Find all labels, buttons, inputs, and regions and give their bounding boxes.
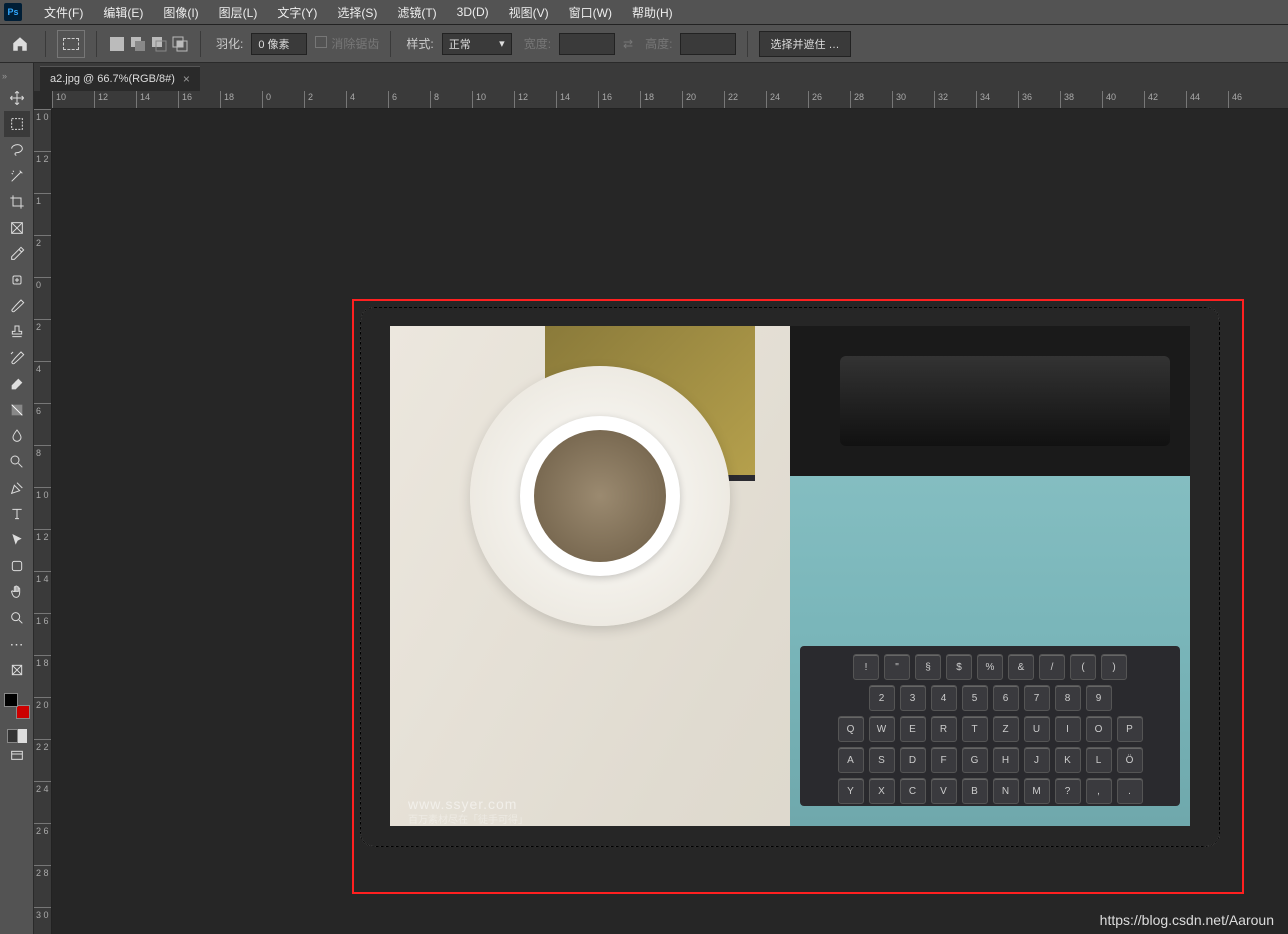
selection-mode-group bbox=[108, 35, 189, 53]
menu-filter[interactable]: 滤镜(T) bbox=[387, 4, 446, 21]
gradient-tool[interactable] bbox=[4, 397, 30, 423]
selection-subtract[interactable] bbox=[150, 35, 168, 53]
ruler-horizontal[interactable]: 1012141618024681012141618202224262830323… bbox=[52, 91, 1288, 109]
history-brush-tool[interactable] bbox=[4, 345, 30, 371]
tab-title: a2.jpg @ 66.7%(RGB/8#) bbox=[50, 73, 175, 85]
divider bbox=[390, 31, 391, 57]
selection-intersect[interactable] bbox=[171, 35, 189, 53]
height-label: 高度: bbox=[645, 35, 672, 52]
width-input bbox=[559, 33, 615, 55]
divider bbox=[747, 31, 748, 57]
selection-new[interactable] bbox=[108, 35, 126, 53]
eraser-tool[interactable] bbox=[4, 371, 30, 397]
menu-bar: Ps 文件(F) 编辑(E) 图像(I) 图层(L) 文字(Y) 选择(S) 滤… bbox=[0, 0, 1288, 25]
magic-wand-tool[interactable] bbox=[4, 163, 30, 189]
menu-layer[interactable]: 图层(L) bbox=[209, 4, 268, 21]
document-area: a2.jpg @ 66.7%(RGB/8#) × 101214161802468… bbox=[34, 63, 1288, 934]
quick-mask-toggle[interactable] bbox=[7, 729, 27, 743]
brush-tool[interactable] bbox=[4, 293, 30, 319]
divider bbox=[96, 31, 97, 57]
eyedropper-tool[interactable] bbox=[4, 241, 30, 267]
tool-preset-picker[interactable] bbox=[57, 30, 85, 58]
selection-marquee[interactable] bbox=[360, 307, 1220, 847]
crop-tool[interactable] bbox=[4, 189, 30, 215]
workspace: » ⋯ a2.jpg @ 66.7%(RGB/8# bbox=[0, 63, 1288, 934]
shape-tool[interactable] bbox=[4, 553, 30, 579]
swap-icon: ⇄ bbox=[623, 37, 633, 51]
menu-3d[interactable]: 3D(D) bbox=[447, 5, 499, 19]
healing-tool[interactable] bbox=[4, 267, 30, 293]
foreground-color[interactable] bbox=[4, 693, 18, 707]
stamp-tool[interactable] bbox=[4, 319, 30, 345]
divider bbox=[45, 31, 46, 57]
source-url: https://blog.csdn.net/Aaroun bbox=[1100, 912, 1274, 928]
screen-mode[interactable] bbox=[4, 743, 30, 769]
height-input bbox=[680, 33, 736, 55]
menu-select[interactable]: 选择(S) bbox=[327, 4, 387, 21]
menu-image[interactable]: 图像(I) bbox=[153, 4, 208, 21]
dodge-tool[interactable] bbox=[4, 449, 30, 475]
feather-label: 羽化: bbox=[216, 35, 243, 52]
background-color[interactable] bbox=[16, 705, 30, 719]
document-tabs: a2.jpg @ 66.7%(RGB/8#) × bbox=[34, 63, 1288, 91]
path-select-tool[interactable] bbox=[4, 527, 30, 553]
marquee-icon bbox=[63, 38, 79, 50]
options-bar: 羽化: 0 像素 消除锯齿 样式: 正常 ▾ 宽度: ⇄ 高度: 选择并遮住 … bbox=[0, 25, 1288, 63]
menu-view[interactable]: 视图(V) bbox=[499, 4, 559, 21]
marquee-tool[interactable] bbox=[4, 111, 30, 137]
chevron-down-icon: ▾ bbox=[499, 37, 505, 50]
style-value: 正常 bbox=[449, 36, 471, 52]
select-and-mask-button[interactable]: 选择并遮住 … bbox=[759, 31, 850, 57]
edit-toolbar[interactable] bbox=[4, 657, 30, 683]
hand-tool[interactable] bbox=[4, 579, 30, 605]
style-label: 样式: bbox=[406, 35, 433, 52]
document-tab[interactable]: a2.jpg @ 66.7%(RGB/8#) × bbox=[40, 66, 200, 91]
feather-input[interactable]: 0 像素 bbox=[251, 33, 307, 55]
move-tool[interactable] bbox=[4, 85, 30, 111]
antialias-checkbox: 消除锯齿 bbox=[315, 35, 379, 52]
close-icon[interactable]: × bbox=[183, 72, 190, 86]
type-tool[interactable] bbox=[4, 501, 30, 527]
home-button[interactable] bbox=[6, 30, 34, 58]
style-select[interactable]: 正常 ▾ bbox=[442, 33, 512, 55]
canvas[interactable]: !"§$%&/()23456789QWERTZUIOPASDFGHJKLÖYXC… bbox=[52, 109, 1288, 934]
home-icon bbox=[11, 35, 29, 53]
ruler-vertical[interactable]: 1 01 212024681 01 21 41 61 82 02 22 42 6… bbox=[34, 109, 52, 934]
frame-tool[interactable] bbox=[4, 215, 30, 241]
width-label: 宽度: bbox=[524, 35, 551, 52]
lasso-tool[interactable] bbox=[4, 137, 30, 163]
menu-edit[interactable]: 编辑(E) bbox=[93, 4, 153, 21]
menu-help[interactable]: 帮助(H) bbox=[622, 4, 683, 21]
color-swatch[interactable] bbox=[4, 693, 30, 719]
menu-type[interactable]: 文字(Y) bbox=[267, 4, 327, 21]
expand-icon[interactable]: » bbox=[2, 71, 12, 81]
zoom-tool[interactable] bbox=[4, 605, 30, 631]
menu-window[interactable]: 窗口(W) bbox=[559, 4, 622, 21]
divider bbox=[200, 31, 201, 57]
selection-add[interactable] bbox=[129, 35, 147, 53]
app-icon: Ps bbox=[4, 3, 22, 21]
antialias-label: 消除锯齿 bbox=[331, 37, 379, 51]
blur-tool[interactable] bbox=[4, 423, 30, 449]
pen-tool[interactable] bbox=[4, 475, 30, 501]
tool-panel: » ⋯ bbox=[0, 63, 34, 934]
canvas-area: 1 01 212024681 01 21 41 61 82 02 22 42 6… bbox=[34, 109, 1288, 934]
more-tools[interactable]: ⋯ bbox=[4, 631, 30, 657]
menu-file[interactable]: 文件(F) bbox=[34, 4, 93, 21]
